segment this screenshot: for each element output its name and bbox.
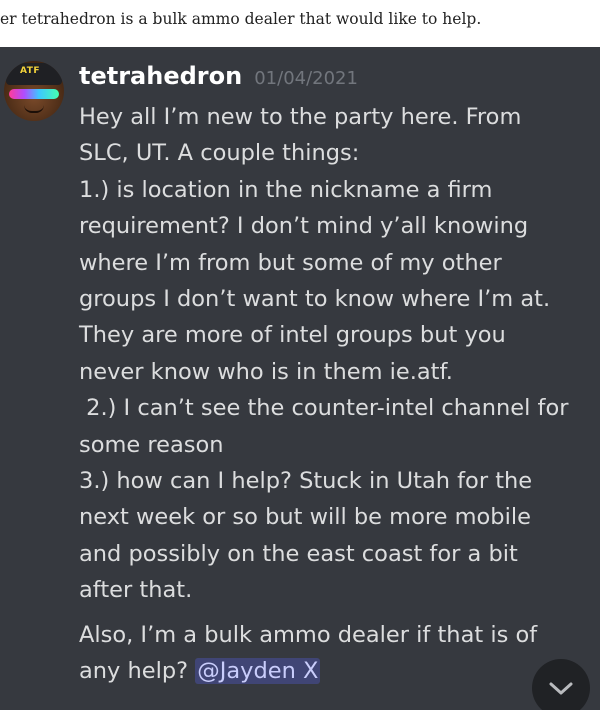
message-line: groups I don’t want to know where I’m at… (79, 286, 551, 313)
message-line: requirement? I don’t mind y’all knowing (79, 213, 529, 240)
mouth-graphic (24, 105, 44, 113)
article-caption: er tetrahedron is a bulk ammo dealer tha… (0, 10, 482, 28)
cap-graphic: ATF (6, 63, 62, 85)
message-body: Hey all I’m new to the party here. From … (79, 99, 598, 690)
visor-graphic (9, 89, 59, 99)
message-line: after that. (79, 577, 193, 604)
chat-message-panel: ATF tetrahedron 01/04/2021 Hey all I’m n… (0, 47, 600, 710)
chevron-down-icon (549, 682, 573, 695)
message-line: where I’m from but some of my other (79, 249, 502, 276)
avatar-cap-text: ATF (20, 66, 41, 76)
message-line: next week or so but will be more mobile (79, 504, 531, 531)
user-mention[interactable]: @Jayden X (195, 658, 321, 685)
message-header: tetrahedron 01/04/2021 (79, 62, 358, 90)
message-line: some reason (79, 431, 224, 458)
message-line: any help? @Jayden X (79, 653, 598, 689)
message-line: and possibly on the east coast for a bit (79, 540, 518, 567)
message-line: 3.) how can I help? Stuck in Utah for th… (79, 468, 533, 495)
message-line: SLC, UT. A couple things: (79, 140, 360, 167)
message-line: 1.) is location in the nickname a firm (79, 176, 493, 203)
message-line: Also, I’m a bulk ammo dealer if that is … (79, 621, 538, 648)
message-line: never know who is in them ie.atf. (79, 358, 453, 385)
message-line: 2.) I can’t see the counter-intel channe… (79, 395, 569, 422)
message-text: any help? (79, 658, 196, 685)
message-line: They are more of intel groups but you (79, 322, 506, 349)
timestamp: 01/04/2021 (254, 68, 358, 89)
scroll-down-button[interactable] (532, 659, 590, 710)
username[interactable]: tetrahedron (79, 62, 242, 90)
avatar[interactable]: ATF (4, 61, 64, 121)
message-line: Hey all I’m new to the party here. From (79, 104, 522, 130)
